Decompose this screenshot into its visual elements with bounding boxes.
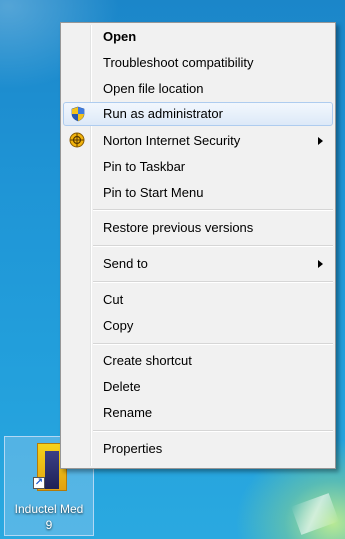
- menu-item-label: Send to: [103, 256, 148, 271]
- submenu-arrow-icon: [318, 137, 323, 145]
- shortcut-arrow-icon: ↗: [33, 477, 45, 489]
- menu-item-label: Create shortcut: [103, 353, 192, 368]
- desktop-shortcut-label-line1: Inductel Med: [14, 502, 84, 516]
- menu-item-label: Norton Internet Security: [103, 133, 241, 148]
- menu-separator: [93, 430, 333, 432]
- menu-item-cut[interactable]: Cut: [63, 288, 333, 312]
- menu-item-label: Run as administrator: [103, 106, 223, 121]
- menu-item-label: Restore previous versions: [103, 220, 254, 235]
- norton-icon: [69, 132, 85, 148]
- menu-item-delete[interactable]: Delete: [63, 375, 333, 399]
- menu-item-label: Copy: [103, 318, 134, 333]
- menu-separator: [93, 343, 333, 345]
- menu-item-label: Pin to Taskbar: [103, 159, 186, 174]
- menu-item-label: Rename: [103, 405, 153, 420]
- menu-item-label: Properties: [103, 441, 163, 456]
- menu-item-properties[interactable]: Properties: [63, 437, 333, 461]
- menu-separator: [93, 209, 333, 211]
- menu-item-label: Open: [103, 29, 137, 44]
- uac-shield-icon: [71, 106, 85, 122]
- menu-item-open-file-location[interactable]: Open file location: [63, 77, 333, 101]
- menu-item-label: Cut: [103, 292, 124, 307]
- menu-item-run-as-administrator[interactable]: Run as administrator: [63, 102, 333, 126]
- submenu-arrow-icon: [318, 260, 323, 268]
- context-menu: Open Troubleshoot compatibility Open fil…: [60, 22, 336, 469]
- menu-item-restore-previous-versions[interactable]: Restore previous versions: [63, 216, 333, 240]
- menu-item-label: Delete: [103, 379, 141, 394]
- menu-item-troubleshoot-compatibility[interactable]: Troubleshoot compatibility: [63, 51, 333, 75]
- menu-item-send-to[interactable]: Send to: [63, 252, 333, 276]
- desktop-shortcut-label: Inductel Med 9: [5, 501, 93, 533]
- desktop-shortcut-label-line2: 9: [45, 518, 53, 532]
- menu-item-label: Troubleshoot compatibility: [103, 55, 254, 70]
- menu-item-norton-internet-security[interactable]: Norton Internet Security: [63, 129, 333, 153]
- menu-item-open[interactable]: Open: [63, 25, 333, 49]
- menu-separator: [93, 245, 333, 247]
- menu-item-rename[interactable]: Rename: [63, 401, 333, 425]
- menu-separator: [93, 281, 333, 283]
- menu-item-copy[interactable]: Copy: [63, 314, 333, 338]
- menu-item-create-shortcut[interactable]: Create shortcut: [63, 349, 333, 373]
- menu-item-pin-to-taskbar[interactable]: Pin to Taskbar: [63, 155, 333, 179]
- menu-item-label: Pin to Start Menu: [103, 185, 204, 200]
- menu-item-label: Open file location: [103, 81, 204, 96]
- menu-item-pin-to-start-menu[interactable]: Pin to Start Menu: [63, 181, 333, 205]
